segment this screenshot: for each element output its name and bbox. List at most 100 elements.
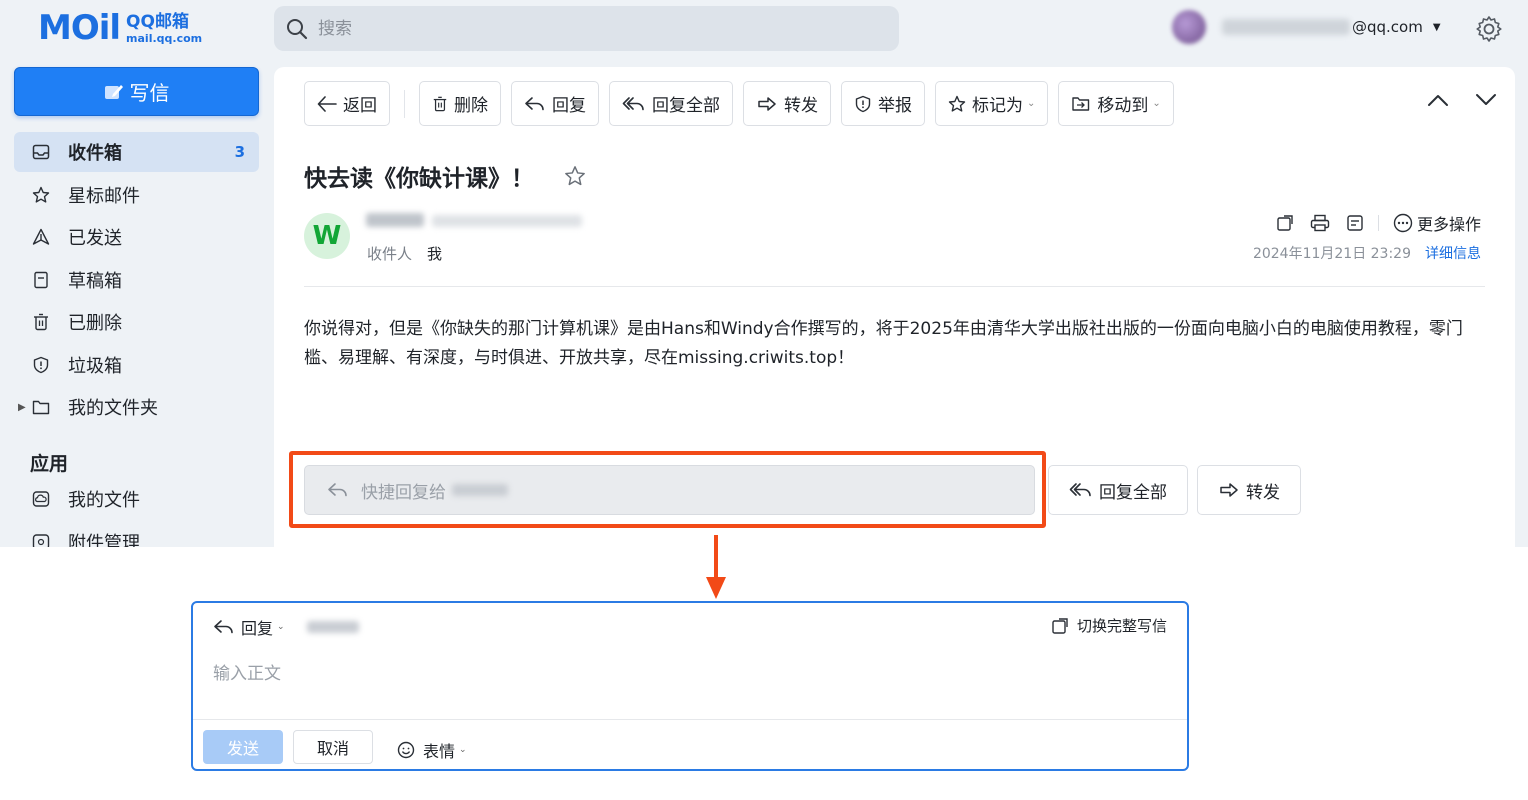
reply-recipient-redacted — [306, 621, 359, 633]
mail-toolbar: 返回 删除 回复 回复全部 转发 举报 标记为 ⌄ 移动到 ⌄ — [304, 81, 1184, 126]
arrow-left-icon — [317, 95, 337, 112]
sidebar-item-starred[interactable]: 星标邮件 — [14, 175, 259, 215]
print-icon[interactable] — [1310, 214, 1330, 232]
more-actions-label: 更多操作 — [1416, 215, 1481, 234]
cancel-button[interactable]: 取消 — [293, 730, 373, 764]
mail-app: MOil QQ邮箱 mail.qq.com @qq.com ▼ 写信 收件箱 3 — [0, 0, 1528, 547]
back-button[interactable]: 返回 — [304, 81, 390, 126]
gear-icon[interactable] — [1474, 14, 1504, 44]
reply-mode-selector[interactable]: 回复 ⌄ — [213, 615, 359, 639]
chevron-down-icon: ⌄ — [1027, 98, 1036, 109]
switch-full-compose-button[interactable]: 切换完整写信 — [1051, 615, 1167, 636]
apps-section-title: 应用 — [30, 453, 69, 475]
sidebar-item-sent[interactable]: 已发送 — [14, 217, 259, 257]
avatar[interactable] — [1172, 10, 1206, 44]
qq-mail-logo[interactable]: MOil QQ邮箱 mail.qq.com — [38, 8, 202, 48]
chevron-down-icon: ⌄ — [459, 745, 467, 755]
forward-icon — [1218, 482, 1240, 498]
sender-name-redacted[interactable] — [366, 213, 424, 227]
quick-forward-label: 转发 — [1246, 482, 1280, 503]
mail-subject-row: 快去读《你缺计课》！ — [304, 159, 586, 193]
actions-divider — [1377, 215, 1379, 231]
shield-icon — [854, 95, 872, 113]
compose-button[interactable]: 写信 — [14, 67, 259, 116]
chevron-down-icon[interactable] — [1475, 93, 1497, 107]
star-icon — [948, 95, 966, 113]
search-input[interactable] — [318, 18, 818, 39]
emoji-button[interactable]: 表情 ⌄ — [397, 738, 467, 762]
open-window-icon[interactable] — [1276, 214, 1294, 232]
search-icon — [286, 18, 308, 40]
caret-down-icon[interactable]: ▼ — [1433, 22, 1441, 33]
highlight-box — [289, 451, 1046, 528]
send-button[interactable]: 发送 — [203, 730, 283, 764]
expand-triangle-icon[interactable]: ▶ — [18, 402, 26, 413]
search-bar[interactable] — [274, 6, 899, 51]
forward-label: 转发 — [784, 96, 818, 116]
quick-forward-button[interactable]: 转发 — [1197, 465, 1301, 515]
sent-icon — [32, 228, 50, 246]
recipient-name[interactable]: 我 — [427, 243, 442, 264]
mark-as-dropdown[interactable]: 标记为 ⌄ — [935, 81, 1049, 126]
sidebar-item-label: 星标邮件 — [68, 185, 140, 207]
report-button[interactable]: 举报 — [841, 81, 925, 126]
chevron-down-icon: ⌄ — [277, 622, 285, 632]
more-dots-icon — [1393, 213, 1413, 233]
report-label: 举报 — [878, 96, 912, 116]
user-account-menu[interactable]: @qq.com ▼ — [1172, 10, 1441, 44]
sidebar-item-inbox[interactable]: 收件箱 3 — [14, 132, 259, 172]
trash-icon — [432, 95, 448, 113]
reply-label: 回复 — [552, 96, 586, 116]
quick-reply-all-button[interactable]: 回复全部 — [1048, 465, 1188, 515]
sidebar-item-attachments[interactable]: 附件管理 — [14, 522, 259, 547]
mail-meta: 2024年11月21日 23:29 详细信息 — [1253, 243, 1481, 263]
folder-icon — [32, 398, 50, 416]
reply-button[interactable]: 回复 — [511, 81, 599, 126]
logo-wordmark: MOil — [38, 8, 121, 48]
composer-footer: 发送 取消 表情 ⌄ — [193, 719, 1187, 769]
arrow-down-icon — [705, 535, 727, 601]
mail-date: 2024年11月21日 23:29 — [1252, 246, 1411, 262]
quick-reply-all-label: 回复全部 — [1099, 482, 1167, 503]
forward-button[interactable]: 转发 — [743, 81, 831, 126]
sidebar-item-drafts[interactable]: 草稿箱 — [14, 260, 259, 300]
emoji-label: 表情 — [423, 742, 456, 761]
sidebar-item-deleted[interactable]: 已删除 — [14, 302, 259, 342]
star-icon — [32, 186, 50, 204]
mailbox-nav: 收件箱 3 星标邮件 已发送 草稿箱 已删除 垃圾箱 ▶ 我的文件夹 — [14, 132, 259, 430]
trash-icon — [32, 313, 50, 331]
user-email-domain: @qq.com — [1352, 18, 1423, 36]
switch-full-compose-label: 切换完整写信 — [1076, 617, 1167, 635]
sidebar-item-my-folders[interactable]: ▶ 我的文件夹 — [14, 387, 259, 427]
delete-button[interactable]: 删除 — [419, 81, 501, 126]
sidebar-item-spam[interactable]: 垃圾箱 — [14, 345, 259, 385]
sidebar-item-my-files[interactable]: 我的文件 — [14, 479, 259, 519]
back-label: 返回 — [343, 96, 377, 116]
note-icon[interactable] — [1346, 214, 1364, 232]
reply-all-icon — [622, 96, 646, 112]
move-to-label: 移动到 — [1097, 96, 1149, 116]
shield-icon — [32, 356, 50, 374]
cloud-file-icon — [32, 490, 50, 508]
chevron-up-icon[interactable] — [1427, 93, 1449, 107]
sidebar-item-label: 草稿箱 — [68, 270, 122, 292]
compose-icon — [104, 83, 124, 101]
star-icon[interactable] — [564, 165, 586, 187]
logo-name: QQ邮箱 — [126, 11, 189, 32]
chevron-down-icon: ⌄ — [1152, 98, 1161, 109]
reply-all-icon — [1069, 482, 1093, 498]
mail-navigation — [1401, 93, 1497, 107]
detail-info-link[interactable]: 详细信息 — [1425, 246, 1481, 262]
mail-actions: 更多操作 — [1260, 211, 1481, 235]
sender-email-redacted[interactable] — [432, 215, 582, 227]
reply-mode-label: 回复 — [241, 619, 274, 638]
sidebar-item-label: 已删除 — [68, 313, 122, 334]
reply-body-input[interactable]: 输入正文 — [213, 659, 281, 684]
more-actions-button[interactable]: 更多操作 — [1393, 211, 1481, 235]
move-to-dropdown[interactable]: 移动到 ⌄ — [1058, 81, 1174, 126]
sidebar-item-label: 垃圾箱 — [68, 355, 122, 377]
reply-all-label: 回复全部 — [652, 96, 720, 116]
sidebar-item-label: 我的文件 — [68, 490, 140, 511]
reply-composer: 回复 ⌄ 切换完整写信 输入正文 发送 取消 表情 ⌄ — [191, 601, 1189, 771]
reply-all-button[interactable]: 回复全部 — [609, 81, 733, 126]
